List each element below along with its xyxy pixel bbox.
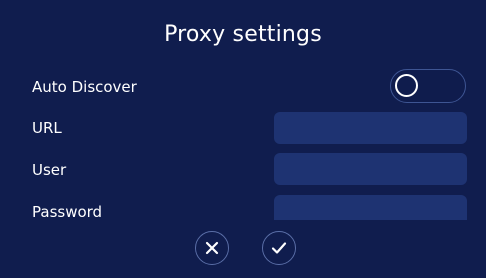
user-field[interactable] (274, 153, 467, 185)
auto-discover-label: Auto Discover (32, 78, 137, 96)
page-title: Proxy settings (164, 22, 322, 47)
checkmark-icon (271, 242, 287, 254)
password-field[interactable] (274, 195, 467, 220)
toggle-knob (395, 74, 418, 97)
user-label: User (32, 161, 67, 179)
close-icon (205, 241, 219, 255)
password-label: Password (32, 203, 103, 221)
auto-discover-toggle[interactable] (390, 69, 466, 103)
proxy-settings-screen: Proxy settings Auto Discover URL User Pa… (0, 0, 486, 278)
cancel-button[interactable] (195, 231, 229, 265)
url-field[interactable] (274, 112, 467, 144)
url-label: URL (32, 119, 62, 137)
confirm-button[interactable] (262, 231, 296, 265)
